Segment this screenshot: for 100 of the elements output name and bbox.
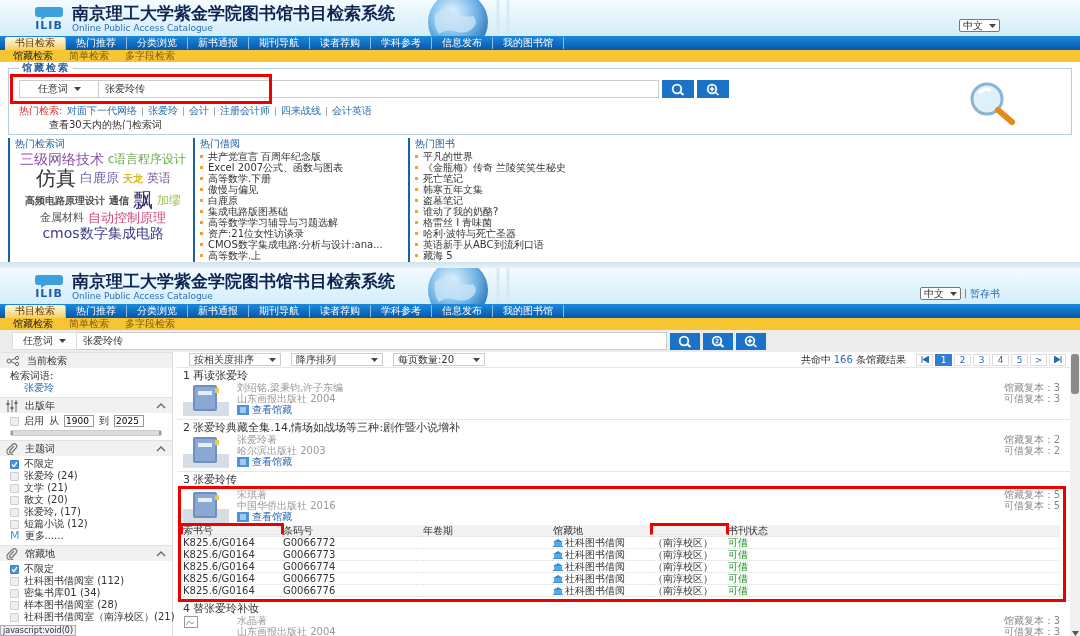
facet-option[interactable]: 张爱玲 (24) [24, 470, 78, 482]
nav-tab[interactable]: 学科参考 [371, 37, 432, 49]
cloud-word[interactable]: 高频电路原理设计 [25, 194, 105, 206]
language-select[interactable]: 中文 [959, 19, 1000, 32]
book-link[interactable]: 盗墓笔记 [423, 195, 463, 206]
nav-tab[interactable]: 热门推荐 [66, 305, 127, 317]
result-title[interactable]: 3 张爱玲传 [183, 473, 1060, 486]
book-link[interactable]: 格雷丝 I 青味菌 [423, 217, 493, 228]
facet-header[interactable]: 馆藏地 [0, 545, 172, 561]
holdings-link[interactable]: 查看馆藏 [252, 456, 292, 467]
search-button[interactable] [662, 80, 694, 98]
nav-tab[interactable]: 期刊导航 [249, 305, 310, 317]
page-button[interactable]: 2 [954, 353, 971, 366]
nav-tab[interactable]: 书目检索 [5, 305, 66, 318]
nav-tab[interactable]: 学科参考 [371, 305, 432, 317]
holdings-link[interactable]: 查看馆藏 [252, 511, 292, 522]
facet-header[interactable]: 主题词 [0, 440, 172, 456]
cloud-word[interactable]: 自动控制原理 [88, 211, 166, 226]
book-link[interactable]: 韩寒五年文集 [423, 184, 483, 195]
nav-tab[interactable]: 我的图书馆 [493, 305, 564, 317]
scrollbar-thumb[interactable] [1071, 354, 1079, 394]
facet-option[interactable]: 短篇小说 (12) [24, 518, 88, 530]
page-button[interactable]: 1 [935, 353, 952, 366]
result-title[interactable]: 1 再读张爱玲 [183, 369, 1060, 382]
subnav-tab[interactable]: 馆藏检索 [5, 318, 61, 330]
hot-term-link[interactable]: 会计 [189, 105, 210, 117]
nav-tab[interactable]: 分类浏览 [127, 37, 188, 49]
checkbox[interactable] [10, 459, 19, 469]
nav-tab[interactable]: 新书通报 [188, 305, 249, 317]
search-field[interactable]: 张爱玲传 [99, 80, 659, 98]
first-page-button[interactable] [916, 353, 933, 366]
cloud-word[interactable]: 白鹿原 [79, 171, 119, 186]
nav-tab[interactable]: 我的图书馆 [493, 37, 564, 49]
subnav-tab[interactable]: 简单检索 [61, 50, 117, 62]
search-type-select[interactable]: 任意词 [12, 332, 77, 350]
cloud-word[interactable]: 金属材料 [40, 212, 84, 225]
book-link[interactable]: 高等数学学习辅导与习题选解 [208, 217, 338, 228]
recent-hot-terms-link[interactable]: 查看30天内的热门检索词 [49, 119, 162, 131]
year-range-slider[interactable] [11, 431, 161, 435]
cloud-word[interactable]: 仿真 [35, 167, 76, 190]
hot-term-link[interactable]: 四来战线 [281, 105, 322, 117]
advanced-search-button[interactable] [697, 80, 729, 98]
facet-option[interactable]: 样本图书借阅室 (28) [24, 599, 118, 611]
facet-option[interactable]: 社科图书借阅室（南淳校区）(21) [24, 611, 175, 623]
book-link[interactable]: 共产党宣言 百周年纪念版 [208, 151, 322, 162]
last-page-button[interactable] [1049, 353, 1066, 366]
checkbox[interactable] [10, 564, 19, 574]
language-select[interactable]: 中文 [920, 287, 961, 300]
search-type-select[interactable]: 任意词 [19, 80, 99, 98]
search-field[interactable]: 张爱玲传 [77, 332, 667, 350]
page-button[interactable]: 5 [1011, 353, 1028, 366]
subnav-tab[interactable]: 简单检索 [61, 318, 117, 330]
page-button[interactable]: 3 [973, 353, 990, 366]
facet-option[interactable]: 不限定 [24, 458, 54, 470]
search-term-link[interactable]: 张爱玲 [24, 382, 168, 394]
facet-option[interactable]: 不限定 [24, 563, 54, 575]
result-title[interactable]: 2 张爱玲典藏全集.14,情场如战场等三种:剧作暨小说增补 [183, 421, 1060, 434]
book-link[interactable]: 白鹿原 [208, 195, 238, 206]
dropdown[interactable]: 每页数量:20 [393, 353, 485, 366]
book-link[interactable]: 藏海 5 [423, 250, 453, 261]
collapse-icon[interactable] [156, 550, 166, 557]
book-link[interactable]: 高等数学.下册 [208, 173, 272, 184]
book-link[interactable]: 集成电路版图基础 [208, 206, 288, 217]
facet-header[interactable]: 当前检索 [0, 352, 172, 368]
hot-term-link[interactable]: 注册会计师 [220, 105, 271, 117]
facet-option[interactable]: 散文 (20) [24, 494, 68, 506]
nav-tab[interactable]: 分类浏览 [127, 305, 188, 317]
cloud-word[interactable]: cmos数字集成电路 [42, 225, 164, 242]
book-link[interactable]: 《金瓶梅》传奇 兰陵笑笑生秘史 [423, 162, 567, 173]
book-link[interactable]: 谁动了我的奶酪? [423, 206, 499, 217]
book-link[interactable]: 平凡的世界 [423, 151, 473, 162]
hot-term-link[interactable]: 张爱玲 [148, 105, 179, 117]
book-link[interactable]: 英语新手从ABC到流利口语 [423, 239, 544, 250]
hot-term-link[interactable]: 会计英语 [332, 105, 373, 117]
book-link[interactable]: 死亡笔记 [423, 173, 463, 184]
collapse-icon[interactable] [156, 445, 166, 452]
nav-tab[interactable]: 书目检索 [5, 37, 66, 50]
nav-tab[interactable]: 读者荐购 [310, 37, 371, 49]
facet-option[interactable]: 文学 (21) [24, 482, 68, 494]
dropdown[interactable]: 降序排列 [291, 353, 383, 366]
facet-option[interactable]: 张爱玲, (17) [24, 506, 81, 518]
cloud-word[interactable]: 英语 [146, 171, 171, 185]
shelf-link[interactable]: 暂存书 [970, 287, 1000, 300]
secondary-search-button[interactable] [703, 332, 733, 350]
facet-option[interactable]: 密集书库01 (34) [24, 587, 101, 599]
next-page-button[interactable]: > [1030, 353, 1047, 366]
book-link[interactable]: 哈利·波特与死亡圣器 [423, 228, 517, 239]
cloud-word[interactable]: 通信 [109, 194, 129, 206]
nav-tab[interactable]: 新书通报 [188, 37, 249, 49]
nav-tab[interactable]: 信息发布 [432, 37, 493, 49]
page-button[interactable]: 4 [992, 353, 1009, 366]
book-link[interactable]: CMOS数字集成电路:分析与设计:ana... [208, 239, 383, 250]
nav-tab[interactable]: 信息发布 [432, 305, 493, 317]
book-link[interactable]: 高等数学.上 [208, 250, 262, 261]
year-to-field[interactable]: 2025 [114, 415, 144, 427]
dropdown[interactable]: 按相关度排序 [189, 353, 281, 366]
search-button[interactable] [670, 332, 700, 350]
result-title[interactable]: 4 替张爱玲补妆 [183, 602, 1060, 615]
subnav-tab[interactable]: 多字段检索 [117, 50, 183, 62]
year-from-field[interactable]: 1900 [64, 415, 94, 427]
